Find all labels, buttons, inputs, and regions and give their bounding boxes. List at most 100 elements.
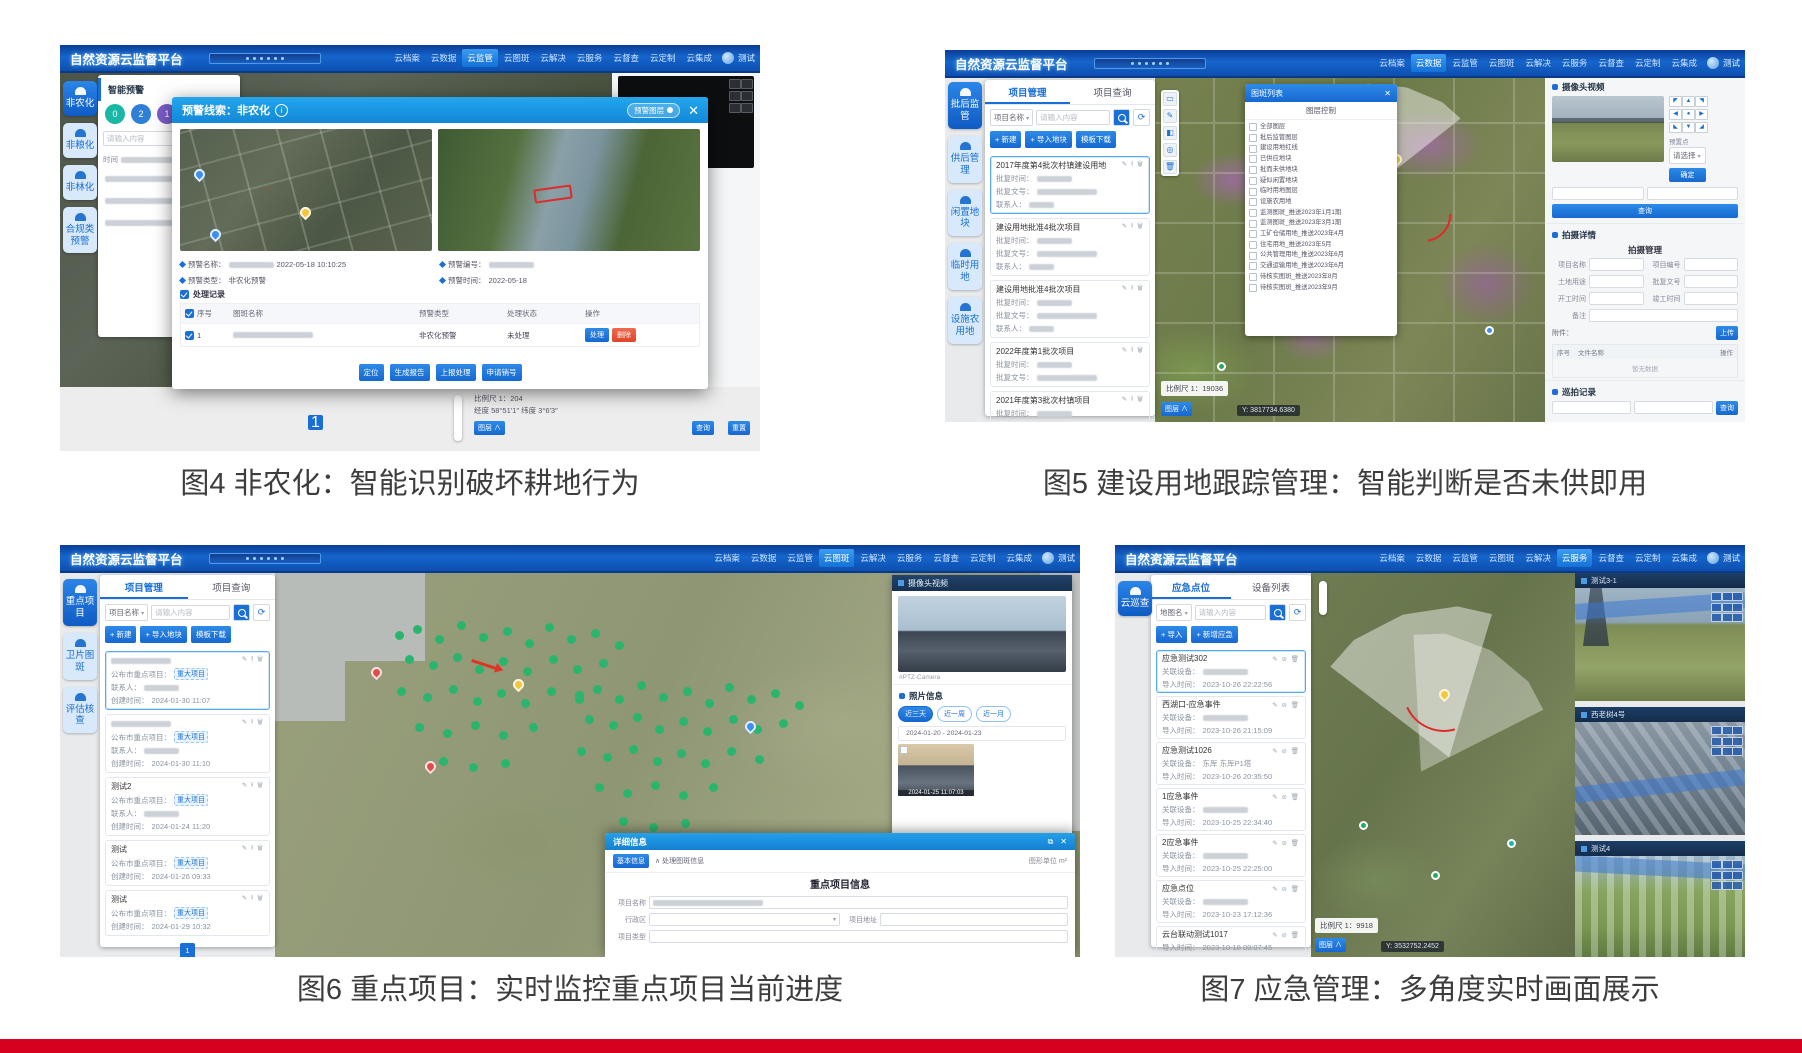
emergency-card[interactable]: 应急测试1026✎ ⊘ 🗑 关联设备：东厍 东厍P1塔 导入时间：2023-10… bbox=[1156, 742, 1306, 785]
template-download-button[interactable]: 模板下载 bbox=[191, 626, 231, 643]
card-actions[interactable]: ✎ ⭱ 🗑 bbox=[242, 781, 264, 792]
emergency-card[interactable]: 应急测试302✎ ⊘ 🗑 关联设备： 导入时间：2023-10-26 22:22… bbox=[1156, 650, 1306, 693]
tree-node[interactable]: 监测图斑_推送2023年1月1期 bbox=[1249, 208, 1393, 219]
tab-heguilei[interactable]: 合规类预警 bbox=[63, 207, 97, 254]
nav-item[interactable]: 云图斑 bbox=[499, 49, 535, 67]
upload-button[interactable]: 上传 bbox=[1716, 326, 1738, 340]
nav-item[interactable]: 云定制 bbox=[1630, 549, 1666, 567]
checkbox[interactable] bbox=[1249, 155, 1257, 163]
expand-icon[interactable]: ⧉ bbox=[1048, 837, 1054, 847]
tree-node[interactable]: 设施农用地 bbox=[1249, 197, 1393, 208]
range-pill-month[interactable]: 近一月 bbox=[976, 706, 1011, 722]
import-button[interactable]: + 导入 bbox=[1156, 626, 1187, 643]
zoom-control[interactable] bbox=[1319, 581, 1327, 615]
project-card[interactable]: 2021年度第3批次村镇项目✎ ⭱ 🗑 批复时间： 批复文号： bbox=[990, 391, 1150, 422]
nav-item-active[interactable]: 云图斑 bbox=[819, 549, 855, 567]
nav-item[interactable]: 云数据 bbox=[1411, 549, 1447, 567]
nav-item[interactable]: 云解决 bbox=[1520, 54, 1556, 72]
card-actions[interactable]: ✎ ⊘ 🗑 bbox=[1272, 793, 1300, 801]
nav-item[interactable]: 云督查 bbox=[928, 549, 964, 567]
nav-item[interactable]: 云档案 bbox=[389, 49, 425, 67]
video-frame[interactable] bbox=[1575, 588, 1745, 701]
project-card[interactable]: 2022年度第1批次项目✎ ⭱ 🗑 批复时间： 批复文号： bbox=[990, 342, 1150, 387]
checkbox[interactable] bbox=[180, 290, 189, 299]
live-video[interactable] bbox=[1552, 96, 1664, 162]
draw-tool-icon[interactable]: ✎ bbox=[1163, 109, 1177, 123]
user-avatar-icon[interactable] bbox=[1042, 552, 1054, 564]
nav-item[interactable]: 云定制 bbox=[1630, 54, 1666, 72]
camera-live-photo[interactable] bbox=[898, 596, 1066, 672]
ptz-overlay[interactable] bbox=[1711, 860, 1741, 890]
checkbox[interactable] bbox=[1249, 273, 1257, 281]
preset-select[interactable]: 请选择 ▾ bbox=[1669, 147, 1706, 164]
user-menu[interactable]: 测试 bbox=[1058, 552, 1075, 564]
tab-cloud-patrol[interactable]: 云巡查 bbox=[1118, 581, 1152, 616]
device-marker[interactable] bbox=[743, 719, 759, 735]
nav-item[interactable]: 云监管 bbox=[1447, 54, 1483, 72]
form-input[interactable] bbox=[1684, 258, 1739, 271]
card-actions[interactable]: ✎ ⊘ 🗑 bbox=[1272, 931, 1300, 939]
search-field-select[interactable]: 项目名称 ▾ bbox=[990, 109, 1033, 126]
search-field-select[interactable]: 地图名 ▾ bbox=[1156, 604, 1192, 621]
checkbox[interactable] bbox=[1249, 177, 1257, 185]
close-icon[interactable]: ✕ bbox=[688, 104, 699, 117]
checkbox[interactable] bbox=[1249, 262, 1257, 270]
template-download-button[interactable]: 模板下载 bbox=[1076, 131, 1116, 148]
user-avatar-icon[interactable] bbox=[1707, 57, 1719, 69]
close-icon[interactable]: ✕ bbox=[1060, 837, 1067, 847]
ptz-overlay[interactable] bbox=[1711, 726, 1741, 756]
range-pill-3days[interactable]: 近三天 bbox=[898, 706, 933, 722]
user-menu[interactable]: 测试 bbox=[1723, 552, 1740, 564]
nav-item[interactable]: 云集成 bbox=[1666, 549, 1702, 567]
video-frame[interactable] bbox=[1575, 856, 1745, 957]
card-actions[interactable]: ✎ ⭱ 🗑 bbox=[242, 894, 264, 905]
nav-item[interactable]: 云图斑 bbox=[1484, 549, 1520, 567]
tree-node[interactable]: 待核实图斑_推送2023年9月 bbox=[1249, 283, 1393, 294]
map-marker[interactable] bbox=[208, 227, 224, 243]
nav-item-active[interactable]: 云数据 bbox=[1411, 54, 1447, 72]
user-avatar-icon[interactable] bbox=[722, 52, 734, 64]
nav-item[interactable]: 云集成 bbox=[1666, 54, 1702, 72]
form-input[interactable] bbox=[1589, 292, 1644, 305]
nav-item[interactable]: 云图斑 bbox=[1484, 54, 1520, 72]
date-from-input[interactable] bbox=[1552, 401, 1631, 414]
form-input[interactable] bbox=[649, 896, 1068, 909]
new-button[interactable]: + 新建 bbox=[990, 131, 1021, 148]
checkbox[interactable] bbox=[1249, 166, 1257, 174]
satellite-snapshot[interactable]: ▱ bbox=[180, 129, 432, 251]
refresh-button[interactable]: ⟳ bbox=[1133, 109, 1150, 126]
query-button[interactable]: 查询 bbox=[692, 421, 714, 435]
tab-project-query[interactable]: 项目查询 bbox=[1070, 80, 1155, 104]
checkbox[interactable] bbox=[1249, 198, 1257, 206]
search-field-select[interactable]: 项目名称 ▾ bbox=[105, 604, 148, 621]
nav-item-active[interactable]: 云监管 bbox=[462, 49, 498, 67]
tab-satellite-spots[interactable]: 卫片图斑 bbox=[63, 633, 97, 680]
project-card[interactable]: ✎ ⭱ 🗑 公布市重点项目：重大项目 联系人： 创建时间：2024-01-30 … bbox=[105, 714, 270, 773]
confirm-button[interactable]: 确定 bbox=[1669, 168, 1706, 182]
new-button[interactable]: + 新建 bbox=[105, 626, 136, 643]
project-card[interactable]: 2017年度第4批次村镇建设用地✎ ⭱ 🗑 批复时间： 批复文号： 联系人： bbox=[990, 156, 1150, 214]
card-actions[interactable]: ✎ ⊘ 🗑 bbox=[1272, 701, 1300, 709]
project-card[interactable]: 建设用地批准4批次项目✎ ⭱ 🗑 批复时间： 批复文号： 联系人： bbox=[990, 280, 1150, 338]
form-input[interactable] bbox=[1589, 275, 1644, 288]
tab-key-projects[interactable]: 重点项目 bbox=[63, 579, 97, 626]
site-marker[interactable] bbox=[1217, 362, 1226, 371]
card-actions[interactable]: ✎ ⭱ 🗑 bbox=[1122, 346, 1144, 357]
checkbox[interactable] bbox=[1249, 220, 1257, 228]
nav-item[interactable]: 云解决 bbox=[1520, 549, 1556, 567]
layer-toggle-button[interactable]: 图层 ∧ bbox=[1315, 938, 1346, 952]
checkbox[interactable] bbox=[1249, 252, 1257, 260]
nav-item[interactable]: 云数据 bbox=[426, 49, 462, 67]
tab-evaluation[interactable]: 评估核查 bbox=[63, 687, 97, 734]
video-card-1[interactable]: 测试3-1 bbox=[1575, 573, 1745, 701]
tab-gonghou[interactable]: 供后管理 bbox=[948, 136, 982, 183]
ptz-control-pad[interactable]: ◤▲◥◀●▶◣▼◢ bbox=[1669, 96, 1706, 133]
tab-linshi[interactable]: 临时用地 bbox=[948, 243, 982, 290]
reset-button[interactable]: 重置 bbox=[728, 421, 750, 435]
checkbox[interactable] bbox=[1249, 134, 1257, 142]
pan-input[interactable] bbox=[1552, 187, 1644, 200]
alert-marker[interactable] bbox=[369, 665, 385, 681]
tab-project-query[interactable]: 项目查询 bbox=[188, 575, 276, 599]
date-to-input[interactable] bbox=[1634, 401, 1713, 414]
tab-feilianghua[interactable]: 非粮化 bbox=[63, 123, 97, 158]
